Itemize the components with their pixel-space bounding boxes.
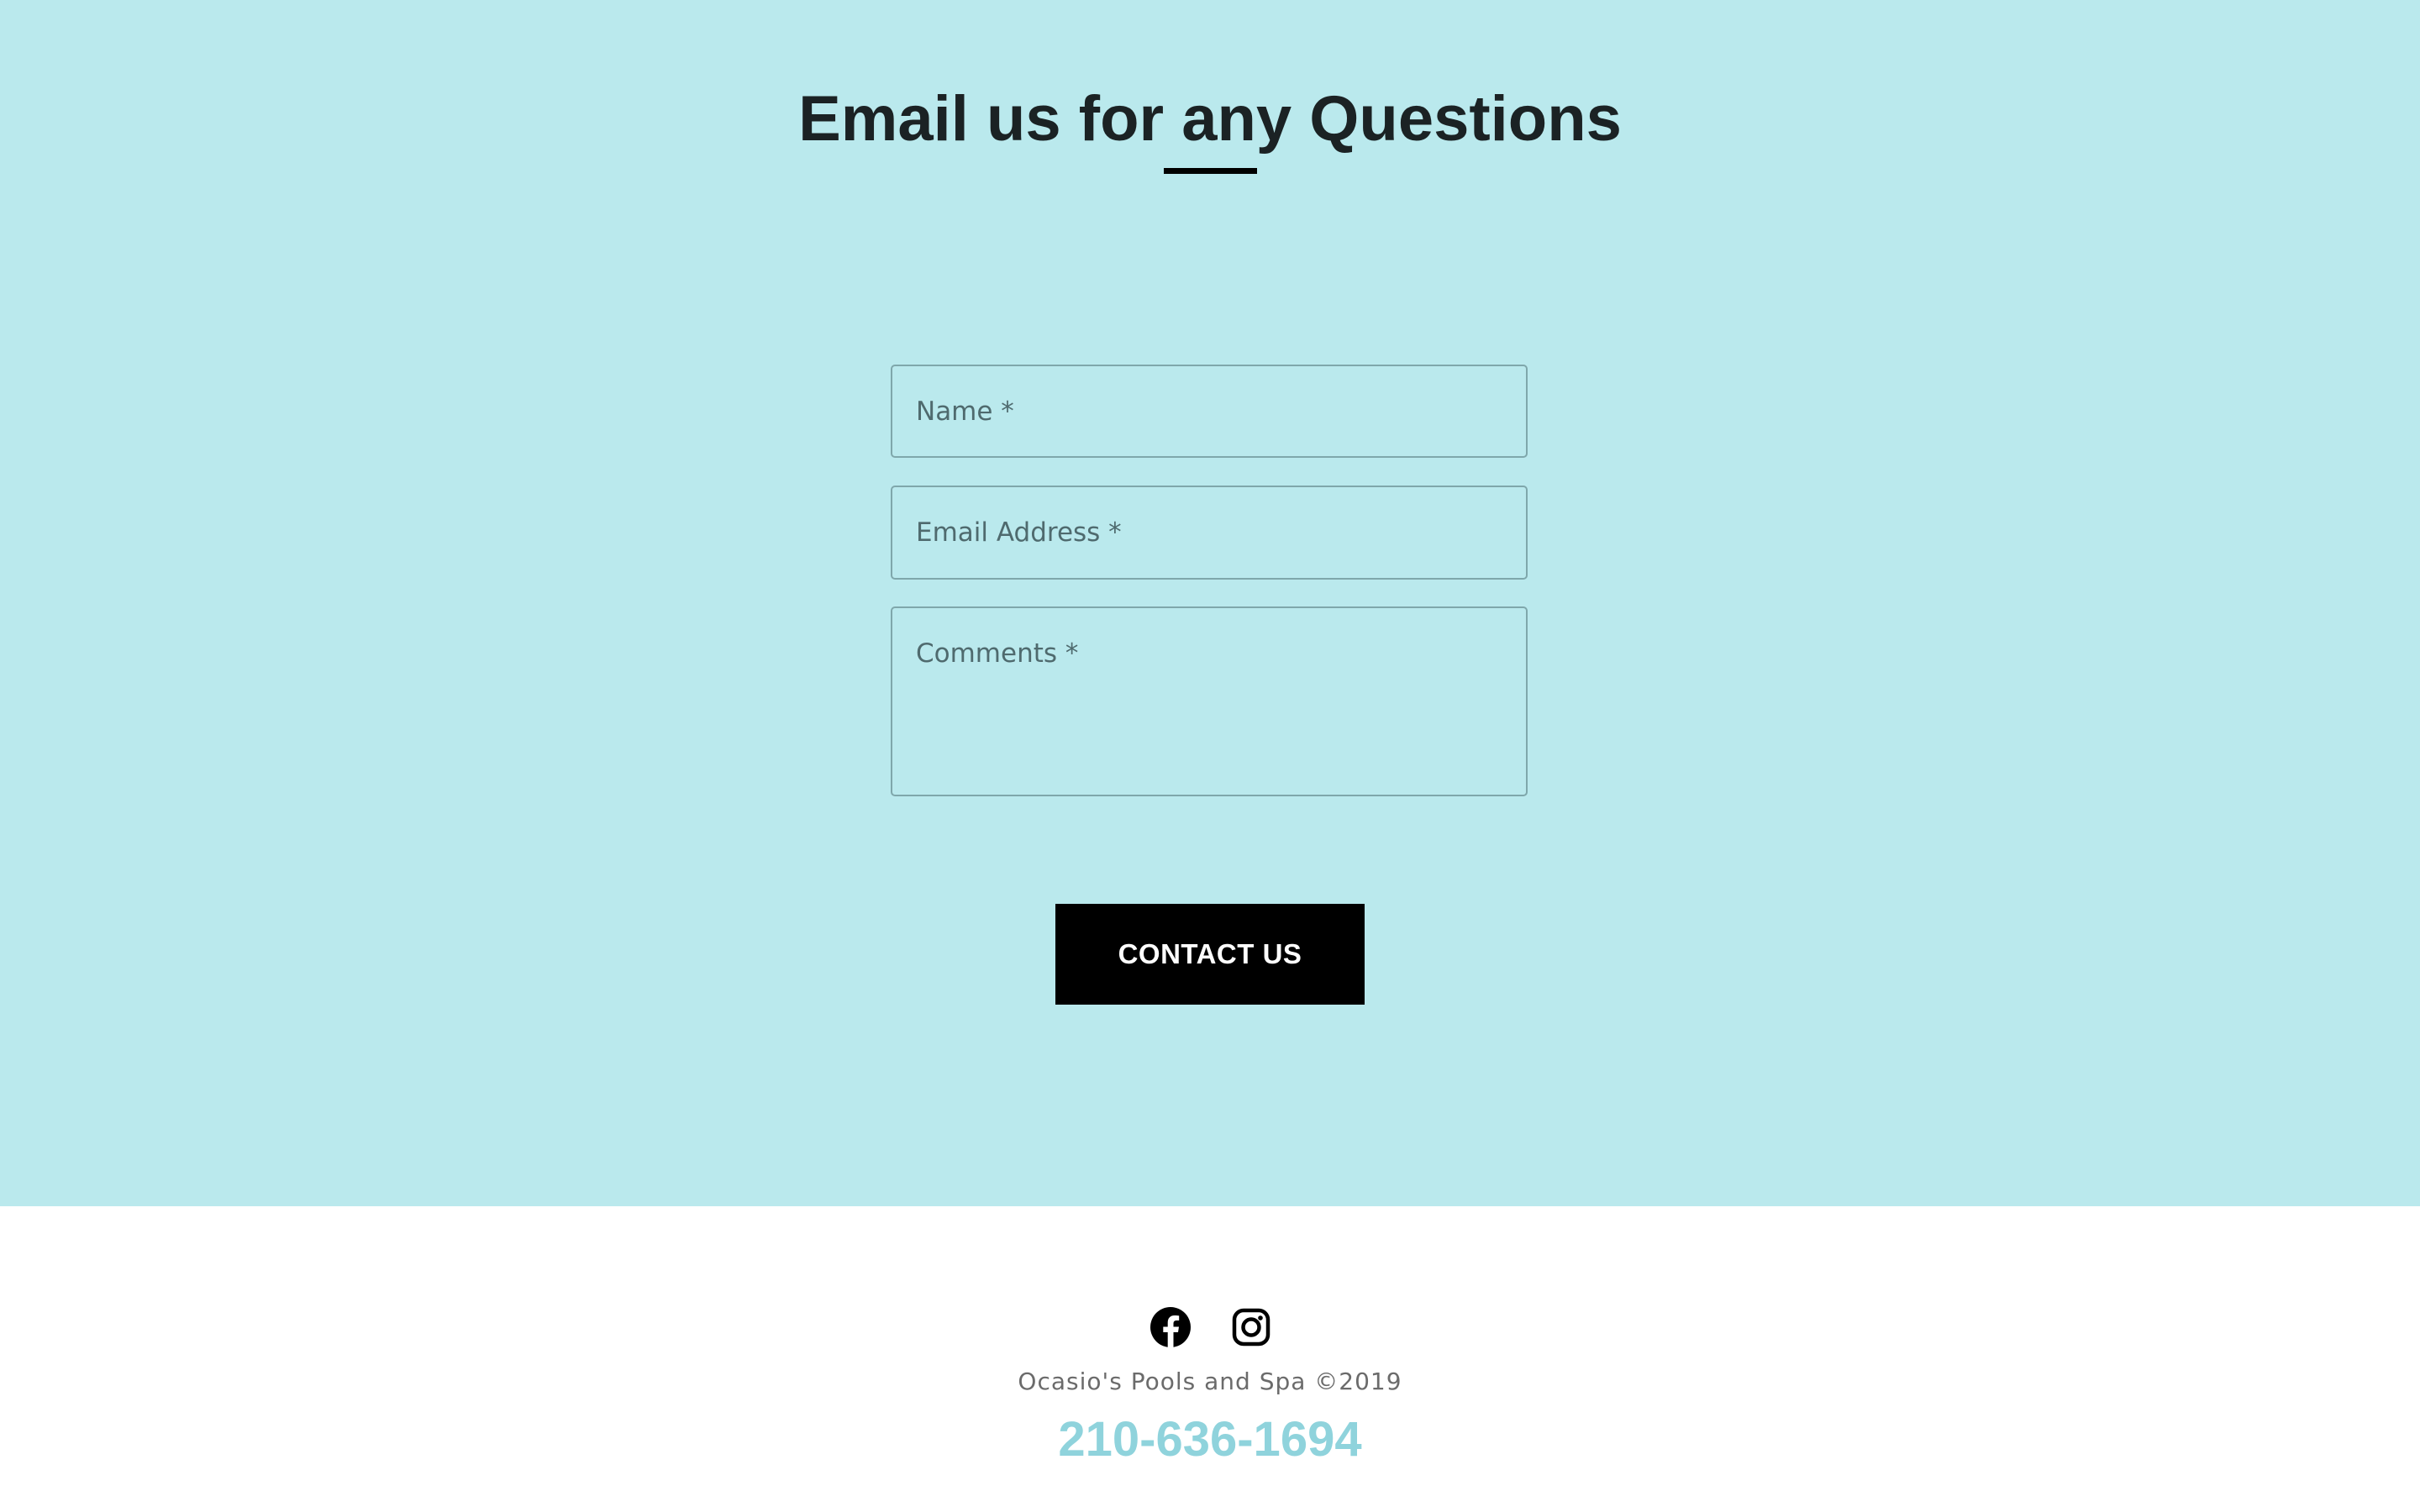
contact-us-button[interactable]: CONTACT US bbox=[1055, 904, 1365, 1005]
facebook-icon bbox=[1150, 1307, 1191, 1349]
page-title: Email us for any Questions bbox=[798, 83, 1622, 155]
copyright-text: Ocasio's Pools and Spa ©2019 bbox=[1018, 1368, 1402, 1395]
title-underline bbox=[1164, 168, 1257, 174]
comments-textarea[interactable] bbox=[891, 606, 1528, 796]
name-input[interactable] bbox=[891, 365, 1528, 458]
email-input[interactable] bbox=[891, 486, 1528, 580]
instagram-link[interactable] bbox=[1229, 1305, 1273, 1349]
contact-section: Email us for any Questions CONTACT US bbox=[0, 0, 2420, 1206]
instagram-icon bbox=[1232, 1308, 1270, 1347]
phone-number[interactable]: 210-636-1694 bbox=[0, 1411, 2420, 1467]
footer: Ocasio's Pools and Spa ©2019 210-636-169… bbox=[0, 1206, 2420, 1512]
facebook-link[interactable] bbox=[1149, 1305, 1192, 1349]
